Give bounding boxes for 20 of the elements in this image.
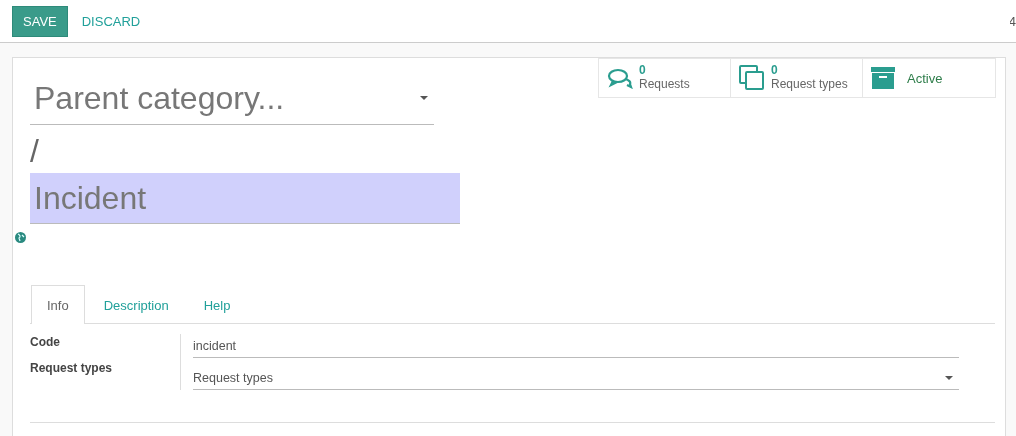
discard-button[interactable]: DISCARD xyxy=(70,5,152,37)
tab[interactable]: Description xyxy=(87,285,185,324)
save-button[interactable]: SAVE xyxy=(12,5,68,37)
active-toggle-button[interactable]: Active xyxy=(863,59,995,97)
archive-box-icon xyxy=(871,67,895,89)
input-field[interactable]: incident xyxy=(193,334,959,358)
copy-icon xyxy=(739,65,765,91)
tab[interactable]: Help xyxy=(187,285,247,324)
field-label: Request types xyxy=(30,361,114,375)
chat-bubbles-icon xyxy=(607,67,633,89)
globe-icon[interactable] xyxy=(15,232,26,243)
tab[interactable]: Info xyxy=(31,285,85,324)
stat-button[interactable]: 0 Requests xyxy=(599,59,731,97)
field-label: Code xyxy=(30,335,61,349)
stat-button[interactable]: 0 Request types xyxy=(731,59,863,97)
parent-category-field[interactable]: Parent category... xyxy=(30,72,434,125)
pager-value: 4 xyxy=(1010,13,1016,29)
select-field[interactable]: Request types xyxy=(193,366,959,390)
title-separator: / xyxy=(30,132,40,169)
name-field[interactable]: Incident xyxy=(30,173,460,224)
